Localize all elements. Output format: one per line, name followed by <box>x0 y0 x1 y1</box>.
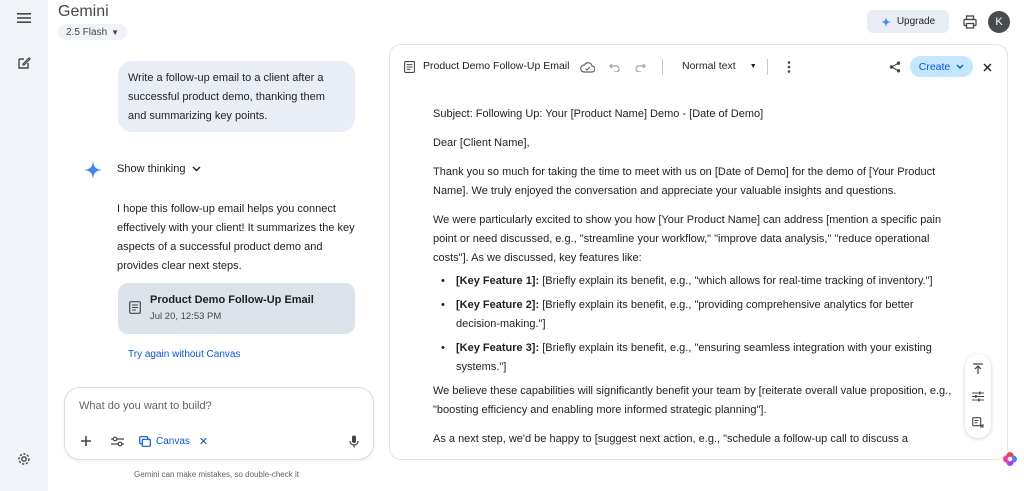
settings-gear-icon[interactable] <box>12 447 36 471</box>
email-paragraph: We believe these capabilities will signi… <box>433 385 952 416</box>
create-label: Create <box>918 60 951 73</box>
list-item: [Key Feature 3]: [Briefly explain its be… <box>433 339 953 377</box>
document-card-date: Jul 20, 12:53 PM <box>150 311 222 322</box>
text-style-label: Normal text <box>682 60 736 72</box>
menu-icon[interactable] <box>12 6 36 30</box>
email-paragraph: We were particularly excited to show you… <box>433 214 942 264</box>
canvas-document-title: Product Demo Follow-Up Email <box>423 60 570 72</box>
email-paragraph: As a next step, we'd be happy to [sugges… <box>433 433 909 445</box>
close-icon[interactable]: ✕ <box>199 435 208 448</box>
show-thinking-toggle[interactable]: Show thinking <box>117 163 201 175</box>
canvas-panel: Product Demo Follow-Up Email Normal text… <box>389 44 1008 460</box>
text-style-dropdown[interactable]: Normal text ▼ <box>682 60 757 74</box>
suggest-edits-icon[interactable] <box>971 416 985 430</box>
tools-icon[interactable] <box>108 432 126 450</box>
document-card-title: Product Demo Follow-Up Email <box>150 294 314 306</box>
share-icon[interactable] <box>887 59 903 75</box>
feature-list: [Key Feature 1]: [Briefly explain its be… <box>433 272 953 377</box>
chevron-down-icon <box>192 166 200 172</box>
close-canvas-icon[interactable] <box>979 59 995 75</box>
adjust-sliders-icon[interactable] <box>971 389 985 403</box>
document-icon <box>129 301 141 314</box>
upgrade-button[interactable]: Upgrade <box>867 10 949 33</box>
show-thinking-label: Show thinking <box>117 163 186 175</box>
canvas-toolbar: Product Demo Follow-Up Email Normal text… <box>390 45 1007 89</box>
assistant-reply: I hope this follow-up email helps you co… <box>117 203 355 272</box>
feature-label: [Key Feature 1]: <box>456 275 540 287</box>
more-vert-icon[interactable] <box>781 59 797 75</box>
list-item: [Key Feature 1]: [Briefly explain its be… <box>433 272 953 291</box>
document-card[interactable]: Product Demo Follow-Up Email Jul 20, 12:… <box>118 283 355 334</box>
avatar[interactable]: K <box>988 11 1010 33</box>
upgrade-label: Upgrade <box>896 16 936 27</box>
feature-label: [Key Feature 3]: <box>456 342 540 354</box>
try-again-without-canvas-link[interactable]: Try again without Canvas <box>128 349 240 360</box>
app-title: Gemini <box>58 3 109 20</box>
email-subject: Subject: Following Up: Your [Product Nam… <box>433 108 764 120</box>
toolbar-divider <box>662 59 663 75</box>
add-icon[interactable] <box>77 432 95 450</box>
microphone-icon[interactable] <box>345 432 363 450</box>
chevron-down-icon <box>956 64 964 69</box>
canvas-chip[interactable]: Canvas ✕ <box>139 433 208 449</box>
document-icon <box>404 61 415 73</box>
gemini-flower-icon[interactable] <box>1002 451 1018 467</box>
create-button[interactable]: Create <box>910 56 973 77</box>
list-item: [Key Feature 2]: [Briefly explain its be… <box>433 296 953 334</box>
cloud-saved-icon[interactable] <box>579 59 595 75</box>
new-chat-icon[interactable] <box>12 51 36 75</box>
document-body[interactable]: Subject: Following Up: Your [Product Nam… <box>433 105 953 459</box>
email-greeting: Dear [Client Name], <box>433 137 530 149</box>
canvas-chip-label: Canvas <box>156 435 190 447</box>
chevron-down-icon: ▼ <box>111 27 120 37</box>
jump-to-top-icon[interactable] <box>971 362 985 376</box>
undo-icon[interactable] <box>606 59 622 75</box>
prompt-input[interactable] <box>79 400 359 412</box>
canvas-icon <box>139 435 151 447</box>
toolbar-divider <box>767 59 768 75</box>
model-label: 2.5 Flash <box>66 26 108 38</box>
disclaimer-text: Gemini can make mistakes, so double-chec… <box>134 470 299 479</box>
caret-down-icon: ▼ <box>749 63 757 70</box>
model-selector[interactable]: 2.5 Flash ▼ <box>58 24 128 40</box>
redo-icon[interactable] <box>632 59 648 75</box>
email-paragraph: Thank you so much for taking the time to… <box>433 166 936 197</box>
left-rail <box>0 0 48 491</box>
feature-label: [Key Feature 2]: <box>456 299 540 311</box>
prompt-input-box: Canvas ✕ <box>64 387 374 460</box>
sparkle-icon <box>880 16 891 27</box>
floating-edit-toolbar <box>965 354 991 438</box>
user-prompt-bubble: Write a follow-up email to a client afte… <box>118 61 355 132</box>
gemini-sparkle-icon <box>84 161 102 179</box>
feature-text: [Briefly explain its benefit, e.g., "whi… <box>539 275 933 287</box>
print-icon[interactable] <box>960 12 980 32</box>
